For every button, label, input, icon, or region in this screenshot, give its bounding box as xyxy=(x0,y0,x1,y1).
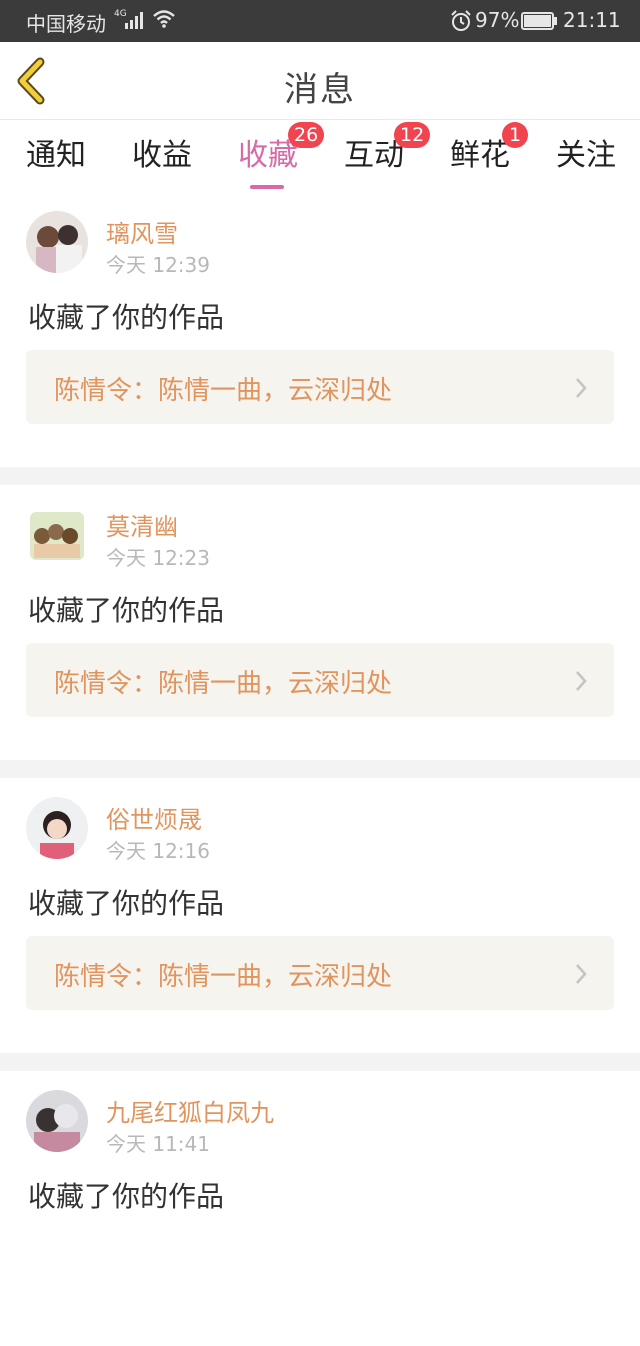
page-title: 消息 xyxy=(284,70,356,110)
wifi-icon xyxy=(153,10,175,28)
tab-favorites[interactable]: 收藏 26 xyxy=(238,122,325,189)
divider xyxy=(0,1053,640,1071)
action-text: 收藏了你的作品 xyxy=(28,301,225,334)
battery-percent: 97% xyxy=(475,8,520,32)
user-photo-icon xyxy=(26,211,88,273)
tab-label: 通知 xyxy=(26,138,86,173)
message-feed: 璃风雪 今天 12:39 收藏了你的作品 陈情令：陈情一曲，云深归处 莫清幽 今… xyxy=(0,192,640,1346)
avatar[interactable] xyxy=(26,504,88,566)
list-item: 九尾红狐白凤九 今天 11:41 收藏了你的作品 xyxy=(0,1071,640,1346)
work-link[interactable]: 陈情令：陈情一曲，云深归处 xyxy=(26,643,614,717)
battery-icon xyxy=(521,12,557,30)
user-photo-icon xyxy=(26,504,88,566)
clock: 21:11 xyxy=(563,8,621,32)
avatar[interactable] xyxy=(26,797,88,859)
username[interactable]: 俗世烦晟 xyxy=(106,800,202,835)
tab-badge: 1 xyxy=(502,122,528,148)
nav-header: 消息 xyxy=(0,42,640,120)
user-photo-icon xyxy=(26,1090,88,1152)
user-photo-icon xyxy=(26,797,88,859)
chevron-right-icon xyxy=(576,964,587,984)
timestamp: 今天 12:23 xyxy=(106,546,210,570)
tab-label: 关注 xyxy=(556,138,616,173)
chevron-right-icon xyxy=(576,671,587,691)
username[interactable]: 九尾红狐白凤九 xyxy=(106,1093,274,1128)
tab-follows[interactable]: 关注 xyxy=(556,130,616,186)
list-item: 璃风雪 今天 12:39 收藏了你的作品 陈情令：陈情一曲，云深归处 xyxy=(0,192,640,467)
action-text: 收藏了你的作品 xyxy=(28,1180,225,1213)
work-title: 陈情令：陈情一曲，云深归处 xyxy=(54,376,393,406)
work-title: 陈情令：陈情一曲，云深归处 xyxy=(54,962,393,992)
action-text: 收藏了你的作品 xyxy=(28,887,225,920)
action-text: 收藏了你的作品 xyxy=(28,594,225,627)
alarm-icon xyxy=(451,10,471,31)
avatar[interactable] xyxy=(26,1090,88,1152)
divider xyxy=(0,760,640,778)
list-item: 俗世烦晟 今天 12:16 收藏了你的作品 陈情令：陈情一曲，云深归处 xyxy=(0,778,640,1053)
work-title: 陈情令：陈情一曲，云深归处 xyxy=(54,669,393,699)
signal-icon xyxy=(125,12,143,29)
tab-bar: 通知 收益 收藏 26 互动 12 鲜花 1 关注 xyxy=(0,120,640,192)
username[interactable]: 璃风雪 xyxy=(106,214,178,249)
tab-badge: 26 xyxy=(288,122,325,148)
tab-notifications[interactable]: 通知 xyxy=(26,130,86,186)
tab-interactions[interactable]: 互动 12 xyxy=(344,122,431,186)
tab-flowers[interactable]: 鲜花 1 xyxy=(450,122,528,186)
active-tab-indicator xyxy=(250,185,284,189)
timestamp: 今天 12:16 xyxy=(106,839,210,863)
divider xyxy=(0,467,640,485)
avatar[interactable] xyxy=(26,211,88,273)
work-link[interactable]: 陈情令：陈情一曲，云深归处 xyxy=(26,350,614,424)
carrier-name: 中国移动 xyxy=(26,12,106,36)
timestamp: 今天 11:41 xyxy=(106,1132,210,1156)
list-item: 莫清幽 今天 12:23 收藏了你的作品 陈情令：陈情一曲，云深归处 xyxy=(0,485,640,760)
tab-label: 收益 xyxy=(132,138,192,173)
tab-earnings[interactable]: 收益 xyxy=(132,130,192,186)
username[interactable]: 莫清幽 xyxy=(106,507,178,542)
status-bar: 中国移动 4G 97% 21:11 xyxy=(0,0,640,42)
tab-label: 鲜花 xyxy=(450,138,510,173)
chevron-right-icon xyxy=(576,378,587,398)
timestamp: 今天 12:39 xyxy=(106,253,210,277)
work-link[interactable]: 陈情令：陈情一曲，云深归处 xyxy=(26,936,614,1010)
tab-badge: 12 xyxy=(394,122,431,148)
